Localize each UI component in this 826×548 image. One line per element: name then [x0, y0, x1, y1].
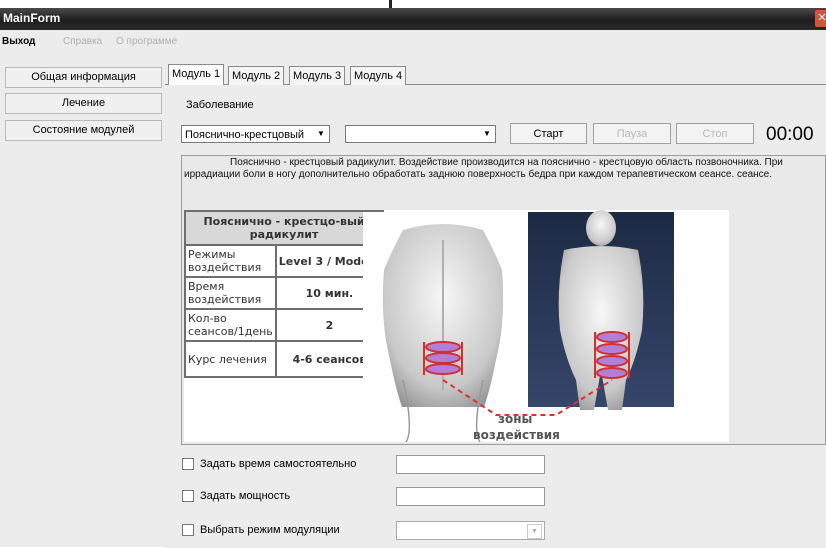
menu-help[interactable]: Справка — [63, 36, 102, 47]
set-power-label: Задать мощность — [200, 490, 291, 502]
set-power-option[interactable]: Задать мощность — [182, 490, 291, 503]
zone-label-line-2: воздействия — [473, 428, 560, 442]
modulation-checkbox[interactable] — [182, 524, 194, 537]
menu-bar: Выход Справка О программе — [0, 30, 826, 55]
zone-label-line-1: зоны — [498, 412, 533, 426]
disease-select-value: Пояснично-крестцовый — [185, 129, 305, 141]
tab-module-3[interactable]: Модуль 3 — [289, 66, 346, 85]
set-time-option[interactable]: Задать время самостоятельно — [182, 458, 357, 471]
sidebar-item-treatment[interactable]: Лечение — [5, 93, 162, 114]
chevron-down-icon: ▼ — [483, 129, 491, 138]
tab-module-1[interactable]: Модуль 1 — [168, 64, 225, 85]
head-shape — [586, 210, 616, 246]
disease-label: Заболевание — [186, 99, 254, 111]
title-bar[interactable]: MainForm ✕ — [0, 8, 826, 30]
set-power-checkbox[interactable] — [182, 490, 194, 503]
modulation-select[interactable]: ▼ — [396, 521, 545, 540]
chevron-down-icon: ▼ — [317, 129, 325, 138]
set-time-label: Задать время самостоятельно — [200, 458, 357, 470]
menu-about[interactable]: О программе — [116, 36, 177, 47]
tab-module-4[interactable]: Модуль 4 — [350, 66, 407, 85]
menu-exit[interactable]: Выход — [2, 36, 35, 47]
sidebar-item-module-status[interactable]: Состояние модулей — [5, 120, 162, 141]
time-input[interactable] — [396, 455, 545, 474]
window-title: MainForm — [3, 11, 61, 25]
body-illustration — [363, 210, 674, 442]
start-button[interactable]: Старт — [510, 123, 587, 144]
close-button[interactable]: ✕ — [815, 10, 826, 27]
treatment-illustration: Пояснично - крестцо-вый радикулит Режимы… — [183, 210, 729, 442]
zone-pads-back — [423, 341, 463, 375]
chevron-down-icon: ▼ — [527, 524, 542, 539]
set-time-checkbox[interactable] — [182, 458, 194, 471]
disease-subtype-select[interactable]: ▼ — [345, 125, 496, 143]
modulation-label: Выбрать режим модуляции — [200, 524, 340, 536]
tab-module-2[interactable]: Модуль 2 — [228, 66, 285, 85]
description-text: Пояснично - крестцовый радикулит. Воздей… — [184, 157, 783, 180]
power-input[interactable] — [396, 487, 545, 506]
timer-display: 00:00 — [766, 124, 814, 145]
stop-button[interactable]: Стоп — [676, 123, 754, 144]
disease-select[interactable]: Пояснично-крестцовый ▼ — [181, 125, 330, 143]
modulation-option[interactable]: Выбрать режим модуляции — [182, 524, 340, 537]
pause-button[interactable]: Пауза — [593, 123, 671, 144]
close-icon: ✕ — [817, 12, 826, 24]
sidebar-item-general-info[interactable]: Общая информация — [5, 67, 162, 88]
